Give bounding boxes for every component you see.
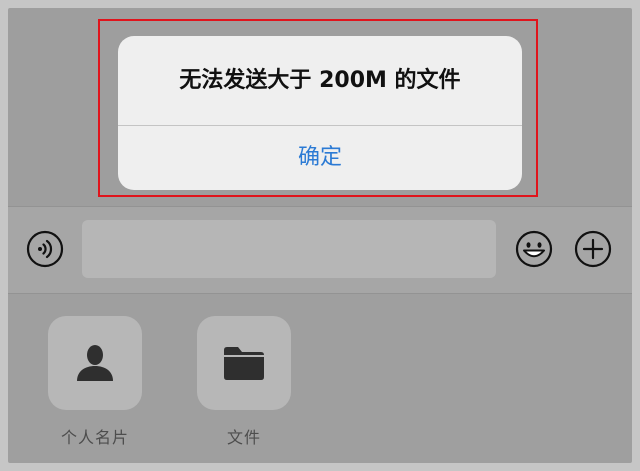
more-button[interactable]	[574, 230, 612, 268]
contact-card-tile[interactable]	[48, 316, 142, 410]
plus-icon	[574, 230, 612, 268]
contact-card-label: 个人名片	[60, 428, 129, 447]
emoji-button[interactable]	[515, 230, 553, 268]
highlight-box	[98, 19, 538, 197]
input-bar	[8, 206, 632, 294]
attachment-contact-card[interactable]: 个人名片	[47, 316, 143, 448]
file-label: 文件	[226, 428, 261, 447]
message-input[interactable]	[82, 220, 496, 278]
file-tile[interactable]	[197, 316, 291, 410]
folder-icon	[224, 347, 264, 380]
emoji-icon	[515, 230, 553, 268]
voice-button[interactable]	[26, 230, 64, 268]
attachment-panel: 个人名片 文件	[8, 294, 632, 463]
voice-icon	[26, 230, 64, 268]
contact-card-icon	[77, 345, 113, 381]
attachment-file[interactable]: 文件	[196, 316, 292, 448]
